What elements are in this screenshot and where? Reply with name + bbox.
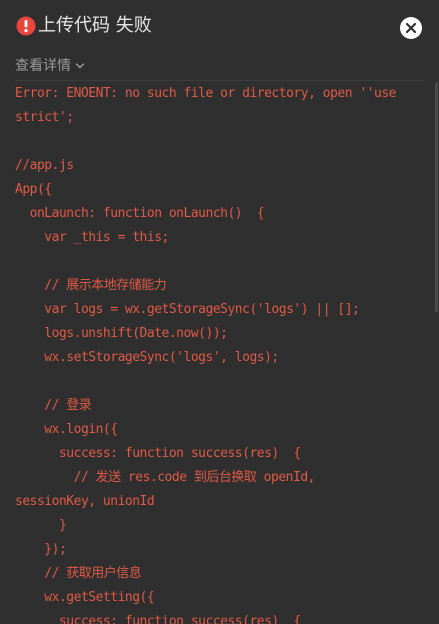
code-line: logs.unshift(Date.now()); bbox=[15, 326, 228, 341]
code-line: //app.js bbox=[15, 158, 74, 173]
upload-error-dialog: 上传代码 失败 查看详情 Error: ENOENT: no such file… bbox=[0, 0, 439, 624]
code-line: sessionKey, unionId bbox=[15, 494, 155, 509]
code-line: strict'; bbox=[15, 110, 74, 125]
close-button[interactable] bbox=[400, 17, 422, 39]
code-line: } bbox=[15, 518, 67, 533]
chevron-down-icon bbox=[75, 58, 85, 74]
warning-circle-icon bbox=[16, 16, 36, 36]
view-details-label: 查看详情 bbox=[15, 58, 71, 74]
scrollbar[interactable] bbox=[435, 82, 438, 312]
view-details-toggle[interactable]: 查看详情 bbox=[15, 55, 85, 75]
code-line: var _this = this; bbox=[15, 230, 169, 245]
code-line: onLaunch: function onLaunch() { bbox=[15, 206, 265, 221]
code-line: // 发送 res.code 到后台换取 openId, bbox=[15, 470, 316, 485]
code-line: Error: ENOENT: no such file or directory… bbox=[15, 86, 397, 101]
dialog-header: 上传代码 失败 bbox=[0, 0, 439, 52]
code-line: wx.setStorageSync('logs', logs); bbox=[15, 350, 279, 365]
code-line: success: function success(res) { bbox=[15, 446, 301, 461]
code-line: success: function success(res) { bbox=[15, 614, 301, 624]
close-icon bbox=[405, 22, 417, 34]
dialog-title: 上传代码 失败 bbox=[38, 15, 152, 36]
code-line: wx.login({ bbox=[15, 422, 118, 437]
code-line: // 获取用户信息 bbox=[15, 566, 142, 581]
code-line: wx.getSetting({ bbox=[15, 590, 155, 605]
error-details-code[interactable]: Error: ENOENT: no such file or directory… bbox=[15, 82, 425, 624]
code-line: App({ bbox=[15, 182, 52, 197]
code-line: }); bbox=[15, 542, 67, 557]
code-line: // 登录 bbox=[15, 398, 92, 413]
code-line: // 展示本地存储能力 bbox=[15, 278, 167, 293]
code-line: var logs = wx.getStorageSync('logs') || … bbox=[15, 302, 360, 317]
divider bbox=[15, 80, 424, 81]
